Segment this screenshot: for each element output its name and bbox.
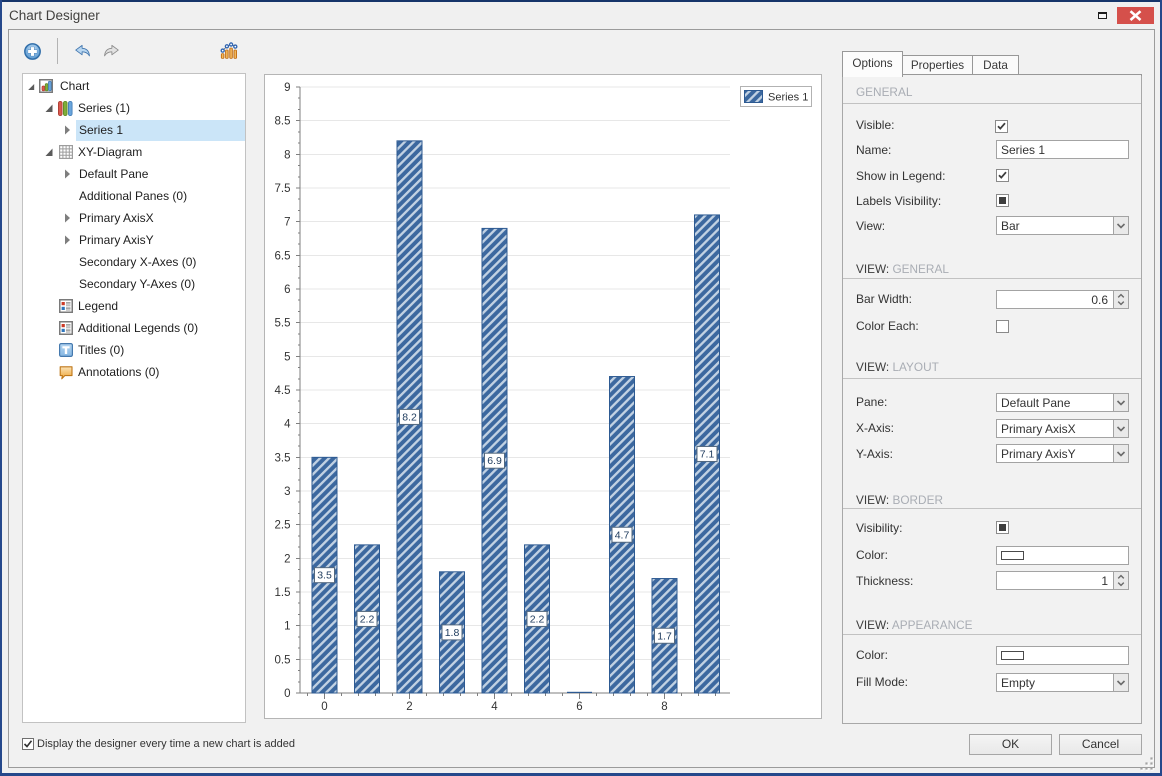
svg-text:7: 7 — [284, 217, 290, 229]
svg-text:4: 4 — [284, 419, 291, 431]
svg-text:4.5: 4.5 — [275, 385, 291, 397]
svg-text:4: 4 — [491, 701, 498, 713]
svg-text:5.5: 5.5 — [275, 318, 291, 330]
svg-text:0: 0 — [321, 701, 327, 713]
svg-text:6.5: 6.5 — [275, 250, 291, 262]
svg-text:8.5: 8.5 — [275, 116, 291, 128]
svg-text:8: 8 — [284, 149, 290, 161]
svg-text:3.5: 3.5 — [275, 452, 291, 464]
svg-text:5: 5 — [284, 351, 290, 363]
svg-text:2.5: 2.5 — [275, 520, 291, 532]
svg-text:1.5: 1.5 — [275, 587, 291, 599]
svg-text:2.2: 2.2 — [530, 613, 545, 625]
svg-text:7.1: 7.1 — [700, 448, 715, 460]
svg-text:Series 1: Series 1 — [768, 92, 808, 104]
svg-text:8: 8 — [661, 701, 667, 713]
svg-text:2.2: 2.2 — [360, 613, 375, 625]
svg-text:9: 9 — [284, 82, 290, 94]
svg-text:6: 6 — [576, 701, 582, 713]
svg-text:7.5: 7.5 — [275, 183, 291, 195]
svg-text:0.5: 0.5 — [275, 654, 291, 666]
svg-text:0: 0 — [284, 688, 290, 700]
svg-text:4.7: 4.7 — [615, 529, 630, 541]
svg-text:3: 3 — [284, 486, 290, 498]
svg-text:2: 2 — [284, 553, 290, 565]
svg-text:1.7: 1.7 — [657, 630, 672, 642]
svg-text:1.8: 1.8 — [445, 627, 460, 639]
svg-text:6: 6 — [284, 284, 290, 296]
svg-text:6.9: 6.9 — [487, 455, 502, 467]
svg-text:1: 1 — [284, 621, 290, 633]
svg-text:8.2: 8.2 — [402, 411, 417, 423]
svg-text:2: 2 — [406, 701, 412, 713]
svg-text:3.5: 3.5 — [317, 570, 332, 582]
